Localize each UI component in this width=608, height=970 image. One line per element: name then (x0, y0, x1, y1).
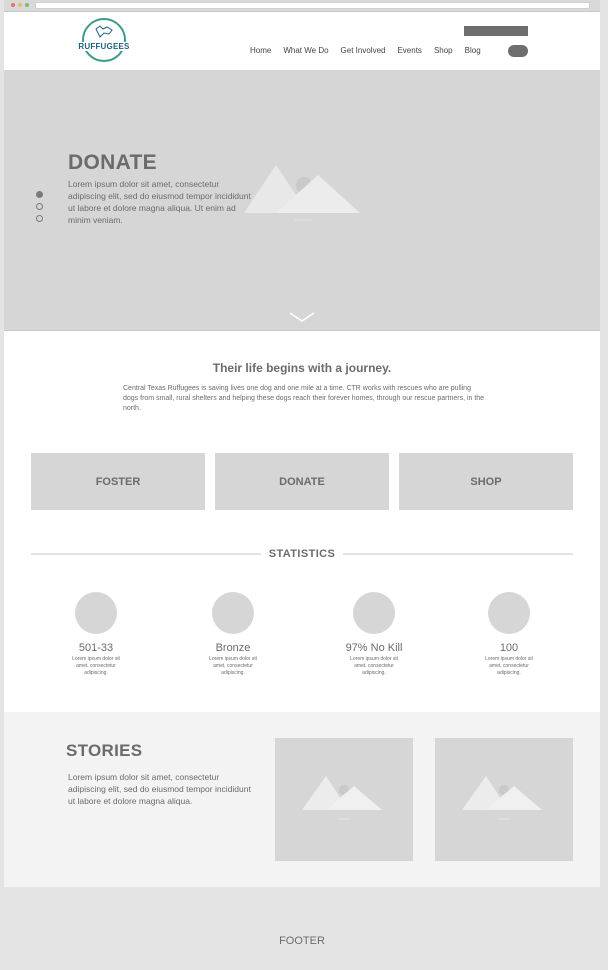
carousel-dot-2[interactable] (36, 203, 43, 210)
maximize-window-button[interactable] (25, 3, 29, 7)
minimize-window-button[interactable] (18, 3, 22, 7)
carousel-dot-3[interactable] (36, 215, 43, 222)
nav-shop[interactable]: Shop (434, 46, 453, 55)
stat-icon (488, 592, 530, 634)
story-card[interactable] (435, 738, 573, 861)
stat-description: Lorem ipsum dolor sit amet, consectetur … (209, 656, 257, 676)
site-header: RUFFUGEES Home What We Do Get Involved E… (4, 12, 600, 71)
hero-title: DONATE (68, 151, 157, 174)
browser-chrome (4, 0, 600, 12)
donate-button[interactable]: DONATE (215, 453, 389, 510)
header-pill-button[interactable] (508, 45, 528, 57)
stat-item: 501-33 Lorem ipsum dolor sit amet, conse… (56, 592, 136, 677)
hero-carousel: DONATE Lorem ipsum dolor sit amet, conse… (4, 71, 600, 331)
nav-what-we-do[interactable]: What We Do (283, 46, 328, 55)
site-footer: FOOTER (4, 887, 600, 970)
stat-description: Lorem ipsum dolor sit amet, consectetur … (485, 656, 533, 676)
nav-events[interactable]: Events (397, 46, 421, 55)
close-window-button[interactable] (11, 3, 15, 7)
chevron-down-icon[interactable] (288, 311, 316, 323)
shop-button[interactable]: SHOP (399, 453, 573, 510)
image-placeholder-icon (462, 776, 542, 820)
footer-text: FOOTER (279, 935, 325, 947)
nav-home[interactable]: Home (250, 46, 271, 55)
stat-description: Lorem ipsum dolor sit amet, consectetur … (72, 656, 120, 676)
stat-value: 97% No Kill (345, 642, 403, 654)
stat-value: 501-33 (78, 642, 114, 654)
stat-item: 100 Lorem ipsum dolor sit amet, consecte… (469, 592, 549, 677)
stat-item: 97% No Kill Lorem ipsum dolor sit amet, … (334, 592, 414, 677)
stat-icon (75, 592, 117, 634)
nav-get-involved[interactable]: Get Involved (341, 46, 386, 55)
stat-icon (353, 592, 395, 634)
dog-texas-icon (95, 25, 113, 38)
stat-item: Bronze Lorem ipsum dolor sit amet, conse… (193, 592, 273, 677)
stat-value: Bronze (215, 642, 251, 654)
hero-text: Lorem ipsum dolor sit amet, consectetur … (68, 179, 251, 225)
image-placeholder-icon (302, 776, 382, 820)
statistics-heading: STATISTICS (268, 548, 336, 560)
carousel-dot-1[interactable] (36, 191, 43, 198)
main-nav: Home What We Do Get Involved Events Shop… (250, 46, 481, 55)
nav-blog[interactable]: Blog (465, 46, 481, 55)
address-bar[interactable] (35, 2, 590, 9)
stories-text: Lorem ipsum dolor sit amet, consectetur … (68, 772, 251, 806)
story-card[interactable] (275, 738, 413, 861)
stat-value: 100 (499, 642, 519, 654)
stories-section: STORIES Lorem ipsum dolor sit amet, cons… (4, 712, 600, 887)
image-placeholder-icon (244, 165, 360, 221)
carousel-indicators (36, 191, 43, 227)
page: RUFFUGEES Home What We Do Get Involved E… (4, 12, 600, 970)
logo-text: RUFFUGEES (78, 42, 130, 51)
logo[interactable]: RUFFUGEES (78, 18, 130, 62)
foster-button[interactable]: FOSTER (31, 453, 205, 510)
journey-title: Their life begins with a journey. (212, 361, 392, 375)
stat-description: Lorem ipsum dolor sit amet, consectetur … (350, 656, 398, 676)
header-utility-bar[interactable] (464, 26, 528, 36)
journey-text: Central Texas Ruffugees is saving lives … (123, 385, 485, 412)
stat-icon (212, 592, 254, 634)
stories-title: STORIES (66, 741, 143, 760)
